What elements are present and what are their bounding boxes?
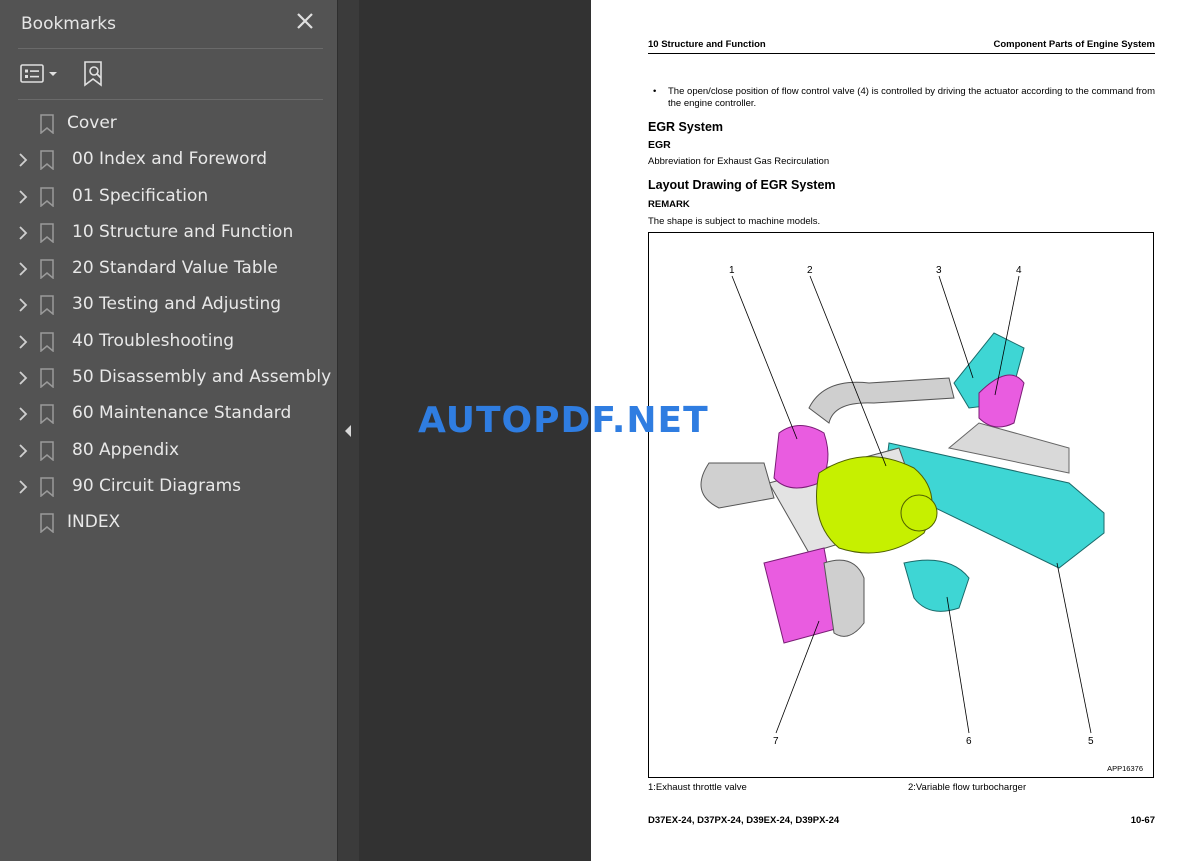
bookmarks-panel: Bookmarks Cover 00 Index and Foreword 01… [0, 0, 337, 861]
chevron-right-icon[interactable] [17, 189, 29, 205]
bookmark-item-disassembly-assembly[interactable]: 50 Disassembly and Assembly [0, 360, 337, 396]
bookmark-flag-icon [40, 186, 54, 207]
page-header-title: Component Parts of Engine System [993, 39, 1155, 50]
egr-layout-figure: 1 2 3 4 5 6 7 APP16376 [648, 232, 1154, 778]
chevron-right-icon[interactable] [17, 334, 29, 350]
bullet-dot: • [653, 86, 657, 97]
shape-note: The shape is subject to machine models. [648, 216, 821, 227]
figure-code: APP16376 [1107, 764, 1143, 773]
bookmark-item-index-foreword[interactable]: 00 Index and Foreword [0, 142, 337, 178]
bookmark-flag-icon [40, 404, 54, 425]
callout-7: 7 [773, 736, 779, 747]
bookmark-item-structure-function[interactable]: 10 Structure and Function [0, 215, 337, 251]
chevron-right-icon[interactable] [17, 297, 29, 313]
bookmark-flag-icon [40, 513, 54, 534]
list-options-icon [20, 64, 57, 83]
callout-4: 4 [1016, 265, 1022, 276]
watermark-text: AUTOPDF.NET [418, 400, 709, 441]
bookmark-flag-icon [40, 150, 54, 171]
heading-layout-drawing: Layout Drawing of EGR System [648, 178, 836, 192]
bookmark-label: 60 Maintenance Standard [72, 403, 292, 424]
callout-6: 6 [966, 736, 972, 747]
bookmark-item-appendix[interactable]: 80 Appendix [0, 433, 337, 469]
bookmark-label: Cover [67, 113, 117, 133]
bookmark-item-circuit-diagrams[interactable]: 90 Circuit Diagrams [0, 469, 337, 505]
bookmark-label: 40 Troubleshooting [72, 330, 235, 351]
heading-egr-system: EGR System [648, 120, 724, 134]
bookmark-label: 10 Structure and Function [72, 221, 294, 242]
bookmark-search-icon [84, 61, 102, 87]
chevron-right-icon[interactable] [17, 443, 29, 459]
bookmark-flag-icon [40, 440, 54, 461]
chevron-right-icon[interactable] [17, 225, 29, 241]
list-options-button[interactable] [20, 62, 62, 86]
bullet-text: The open/close position of flow control … [668, 86, 1155, 109]
collapse-left-icon[interactable] [343, 422, 353, 440]
abbreviation-text: Abbreviation for Exhaust Gas Recirculati… [648, 156, 830, 167]
caption-2: 2:Variable flow turbocharger [908, 782, 1027, 793]
bookmark-label: 01 Specification [72, 185, 209, 206]
chevron-right-icon[interactable] [17, 479, 29, 495]
page-header-section: 10 Structure and Function [648, 39, 766, 50]
bookmark-label: 50 Disassembly and Assembly [72, 367, 332, 388]
bookmark-item-cover[interactable]: Cover [0, 106, 337, 142]
bookmark-item-testing-adjusting[interactable]: 30 Testing and Adjusting [0, 287, 337, 323]
bookmark-flag-icon [40, 223, 54, 243]
find-bookmark-button[interactable] [82, 60, 108, 88]
bookmark-item-specification[interactable]: 01 Specification [0, 179, 337, 215]
divider [18, 48, 323, 49]
caption-1: 1:Exhaust throttle valve [648, 782, 747, 793]
bookmark-flag-icon [40, 114, 54, 134]
bookmark-flag-icon [40, 259, 54, 280]
bookmark-label: 80 Appendix [72, 439, 180, 460]
bookmark-item-standard-value-table[interactable]: 20 Standard Value Table [0, 251, 337, 287]
bookmark-flag-icon [40, 477, 54, 497]
engine-illustration: 1 2 3 4 5 6 7 [700, 265, 1105, 747]
header-rule [648, 53, 1155, 54]
bookmark-item-maintenance-standard[interactable]: 60 Maintenance Standard [0, 396, 337, 432]
remark-label: REMARK [648, 199, 690, 210]
bookmark-item-index[interactable]: INDEX [0, 505, 337, 541]
close-icon[interactable] [294, 10, 316, 32]
page-number: 10-67 [1130, 815, 1155, 826]
bookmark-label: 30 Testing and Adjusting [72, 294, 282, 315]
bookmark-label: 90 Circuit Diagrams [72, 475, 242, 496]
chevron-right-icon[interactable] [17, 406, 29, 422]
callout-5: 5 [1088, 736, 1094, 747]
panel-title: Bookmarks [21, 14, 116, 34]
bookmark-label: 00 Index and Foreword [72, 149, 268, 170]
bookmark-flag-icon [40, 368, 54, 389]
subheading-egr: EGR [648, 139, 671, 151]
chevron-right-icon[interactable] [17, 261, 29, 277]
chevron-right-icon[interactable] [17, 152, 29, 168]
divider [18, 99, 323, 100]
bookmark-label: INDEX [67, 512, 121, 533]
bookmark-list: Cover 00 Index and Foreword 01 Specifica… [0, 106, 337, 542]
callout-1: 1 [729, 265, 735, 276]
callout-3: 3 [936, 265, 942, 276]
callout-2: 2 [807, 265, 813, 276]
footer-models: D37EX-24, D37PX-24, D39EX-24, D39PX-24 [648, 815, 840, 826]
bookmark-item-troubleshooting[interactable]: 40 Troubleshooting [0, 324, 337, 360]
bookmark-label: 20 Standard Value Table [72, 258, 278, 279]
bookmark-flag-icon [40, 332, 54, 352]
chevron-right-icon[interactable] [17, 370, 29, 386]
bookmark-flag-icon [40, 295, 54, 316]
